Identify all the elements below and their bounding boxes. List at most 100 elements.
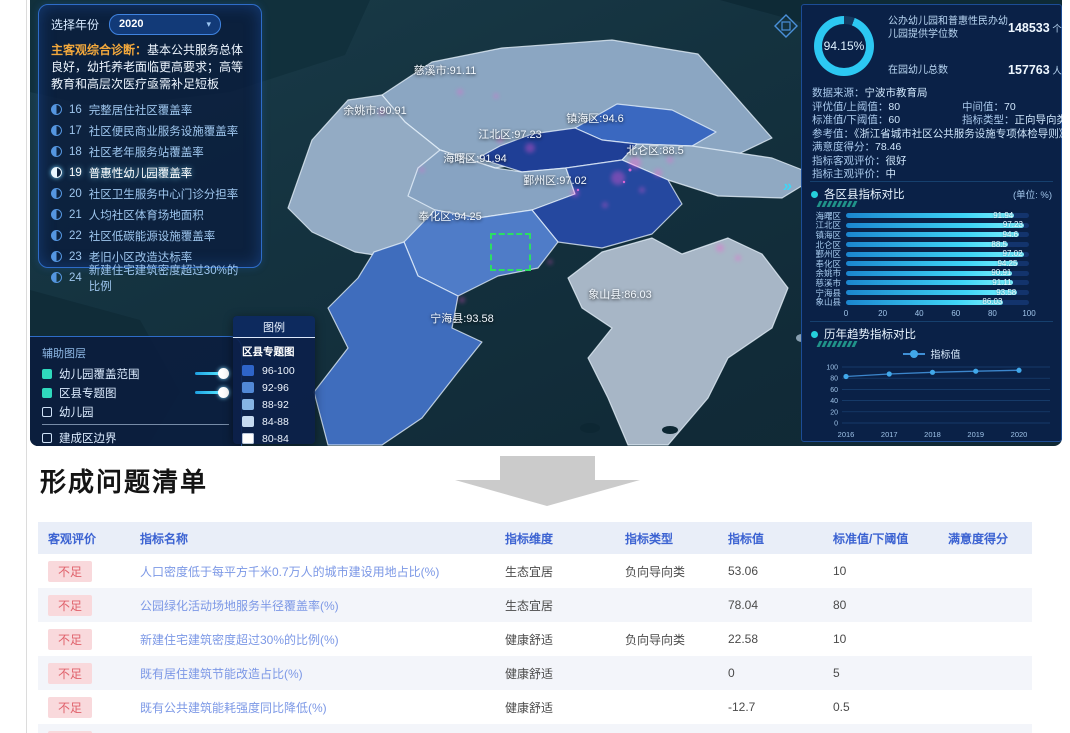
column-header: 指标值 (718, 522, 823, 554)
bar: 94.25 (846, 261, 1018, 266)
cell-value: 78.04 (718, 588, 823, 622)
indicator-number: 21 (69, 209, 82, 221)
stat-label: 公办幼儿园和普惠性民办幼儿园提供学位数 (888, 15, 1008, 41)
legend-swatch (242, 416, 254, 427)
half-circle-icon (51, 146, 62, 157)
diagnosis-text: 主客观综合诊断：基本公共服务总体良好，幼托养老面临更高要求；高等教育和高层次医疗… (51, 42, 249, 93)
info-pair: 数据来源：宁波市教育局 (812, 87, 928, 99)
info-pair: 评优值/上阈值：80 (812, 101, 900, 113)
indicator-item[interactable]: 20社区卫生服务中心门诊分担率 (51, 183, 249, 204)
half-circle-icon (51, 125, 62, 136)
checkbox[interactable] (42, 407, 52, 417)
info-pair: 指标主观评价：中 (812, 168, 896, 180)
info-label: 满意度得分： (812, 141, 875, 153)
indicator-name-link[interactable]: 既有居住建筑节能改造占比(%) (140, 667, 303, 681)
toggle-switch[interactable] (195, 368, 229, 379)
layer-item[interactable]: 幼儿园 (42, 402, 229, 421)
cell-objective: 不足 (38, 724, 130, 733)
layer-label: 幼儿园覆盖范围 (59, 366, 140, 382)
divider (810, 321, 1053, 322)
cell-threshold: 10 (823, 554, 938, 588)
layers-panel-title: 辅助图层 (42, 345, 229, 361)
section1-title: 各区县指标对比 (824, 186, 905, 202)
status-badge: 不足 (48, 595, 92, 616)
layer-item[interactable]: 幼儿园覆盖范围 (42, 364, 229, 383)
bar: 86.03 (846, 300, 1003, 305)
indicator-name-link[interactable]: 既有公共建筑能耗强度同比降低(%) (140, 701, 327, 715)
legend-title: 图例 (233, 316, 315, 338)
bar-value-label: 97.02 (1003, 250, 1023, 258)
legend-swatch (242, 365, 254, 376)
cell-objective: 不足 (38, 622, 130, 656)
layer-item[interactable]: 建成区边界 (42, 428, 229, 446)
stat-value: 148533 个 (1008, 21, 1062, 35)
stat-value: 157763 人 (1008, 63, 1062, 77)
year-select-dropdown[interactable]: 2020 ▾ (109, 14, 221, 35)
indicator-label: 完整居住社区覆盖率 (89, 102, 193, 118)
checkbox[interactable] (42, 388, 52, 398)
bar-row: 慈溪市91.11 (811, 278, 1052, 288)
indicator-item[interactable]: 22社区低碳能源设施覆盖率 (51, 225, 249, 246)
indicator-item[interactable]: 19普惠性幼儿园覆盖率 (51, 162, 249, 183)
bar-track: 94.25 (846, 261, 1029, 266)
legend-swatch (242, 433, 254, 444)
axis-tick-label: 100 (1022, 309, 1035, 318)
cell-type (615, 724, 718, 733)
map-3d-view-icon[interactable] (774, 14, 798, 38)
legend-range: 88-92 (262, 399, 289, 411)
legend-item: 96-100 (233, 362, 315, 379)
stat-unit: 人 (1050, 66, 1062, 77)
column-header: 指标类型 (615, 522, 718, 554)
svg-text:2019: 2019 (967, 430, 984, 439)
detail-panel: 94.15% 公办幼儿园和普惠性民办幼儿园提供学位数148533 个在园幼儿总数… (801, 4, 1062, 442)
cell-threshold: 5 (823, 656, 938, 690)
legend-item: 92-96 (233, 379, 315, 396)
donut-value: 94.15% (822, 24, 866, 68)
bar: 90.91 (846, 271, 1012, 276)
divider (810, 181, 1053, 182)
map-district-region[interactable] (568, 238, 788, 445)
info-label: 指标客观评价： (812, 155, 886, 167)
column-header: 指标名称 (130, 522, 495, 554)
cell-score (938, 656, 1032, 690)
bar-value-label: 90.91 (991, 269, 1011, 277)
legend-swatch (242, 382, 254, 393)
layer-item[interactable]: 区县专题图 (42, 383, 229, 402)
checkbox[interactable] (42, 433, 52, 443)
table-row: 不足公园绿化活动场地服务半径覆盖率(%)生态宜居78.0480 (38, 588, 1032, 622)
half-circle-icon (51, 188, 62, 199)
half-circle-icon (51, 230, 62, 241)
bar-value-label: 86.03 (982, 298, 1002, 306)
bar-row: 镇海区94.6 (811, 230, 1052, 240)
indicator-item[interactable]: 16完整居住社区覆盖率 (51, 99, 249, 120)
column-header: 客观评价 (38, 522, 130, 554)
column-header: 指标维度 (495, 522, 615, 554)
indicator-name-link[interactable]: 人口密度低于每平方千米0.7万人的城市建设用地占比(%) (140, 565, 439, 579)
bar-row: 北仑区88.5 (811, 240, 1052, 250)
svg-text:80: 80 (830, 376, 838, 383)
cell-objective: 不足 (38, 554, 130, 588)
half-circle-icon (51, 104, 62, 115)
table-row: 不足人口密度低于每平方千米0.7万人的城市建设用地占比(%)生态宜居负向导向类5… (38, 554, 1032, 588)
divider (42, 424, 229, 425)
indicator-item[interactable]: 18社区老年服务站覆盖率 (51, 141, 249, 162)
indicator-name-link[interactable]: 新建住宅建筑密度超过30%的比例(%) (140, 633, 339, 647)
legend-range: 80-84 (262, 433, 289, 445)
bar-axis: 020406080100 (846, 309, 1029, 319)
layer-label: 幼儿园 (59, 404, 94, 420)
toggle-switch[interactable] (195, 387, 229, 398)
indicator-name-link[interactable]: 公园绿化活动场地服务半径覆盖率(%) (140, 599, 339, 613)
cell-objective: 不足 (38, 588, 130, 622)
layer-label: 建成区边界 (59, 430, 117, 446)
status-badge: 不足 (48, 697, 92, 718)
indicator-item[interactable]: 24新建住宅建筑密度超过30%的比例 (51, 267, 249, 288)
legend-range: 92-96 (262, 382, 289, 394)
cell-threshold: 0.5 (823, 690, 938, 724)
indicator-item[interactable]: 17社区便民商业服务设施覆盖率 (51, 120, 249, 141)
panel-expander-icon[interactable]: » (783, 178, 790, 196)
cell-dimension: 健康舒适 (495, 622, 615, 656)
svg-text:40: 40 (830, 398, 838, 405)
checkbox[interactable] (42, 369, 52, 379)
cell-value: 0 (718, 656, 823, 690)
indicator-item[interactable]: 21人均社区体育场地面积 (51, 204, 249, 225)
